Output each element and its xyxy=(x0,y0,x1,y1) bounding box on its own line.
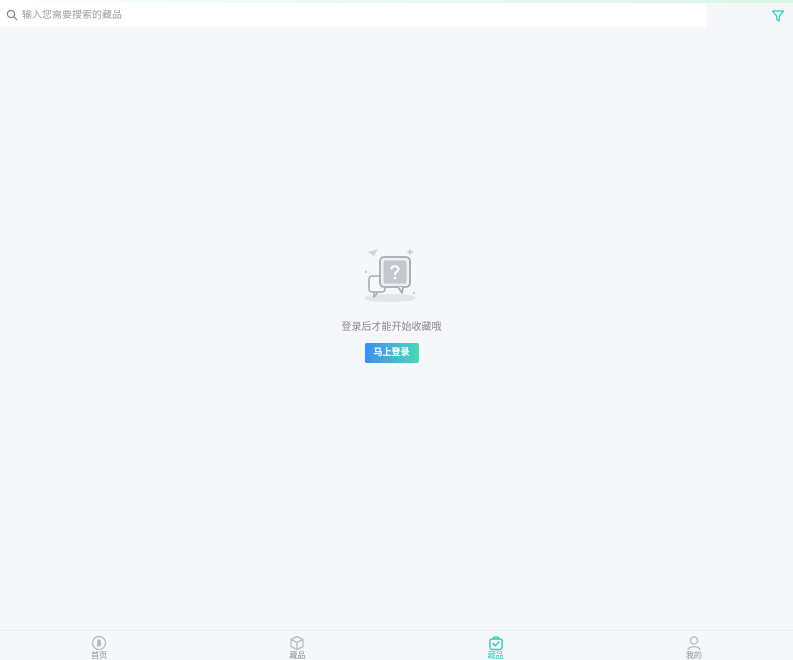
empty-state-message: 登录后才能开始收藏哦 xyxy=(341,322,442,333)
page: 登录后才能开始收藏哦 马上登录 首页 藏品 xyxy=(0,0,793,660)
tab-mine[interactable]: 我的 xyxy=(595,631,793,660)
filter-icon xyxy=(771,8,785,27)
tab-collection-box-label: 藏品 xyxy=(289,651,306,660)
filter-button[interactable] xyxy=(771,8,785,22)
tab-collection-label: 藏品 xyxy=(487,651,504,660)
home-icon xyxy=(91,635,107,651)
tab-collection[interactable]: 藏品 xyxy=(397,631,595,660)
login-button[interactable]: 马上登录 xyxy=(364,343,419,363)
user-icon xyxy=(686,635,702,651)
question-chat-icon xyxy=(362,246,422,306)
tab-home-label: 首页 xyxy=(91,651,108,660)
bottom-tab-bar: 首页 藏品 藏品 我的 xyxy=(0,630,793,660)
box-icon xyxy=(289,635,305,651)
empty-state: 登录后才能开始收藏哦 马上登录 xyxy=(0,246,783,363)
tab-mine-label: 我的 xyxy=(685,651,702,660)
search-icon xyxy=(6,9,18,21)
tab-home[interactable]: 首页 xyxy=(0,631,198,660)
search-bar[interactable] xyxy=(0,3,706,27)
bag-icon xyxy=(488,635,504,651)
tab-collection-box[interactable]: 藏品 xyxy=(198,631,396,660)
search-input[interactable] xyxy=(22,9,622,21)
